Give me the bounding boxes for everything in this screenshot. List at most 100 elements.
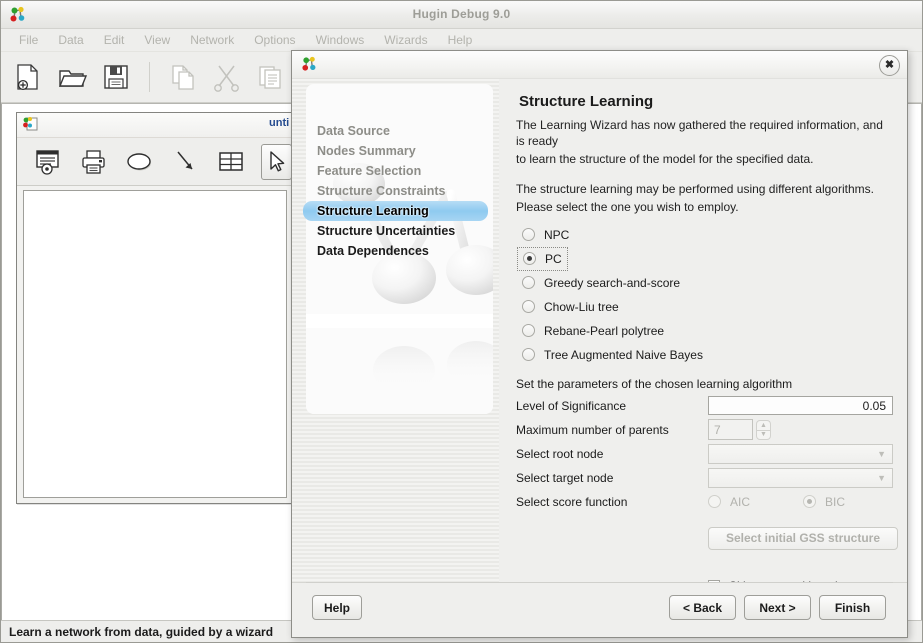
menu-windows[interactable]: Windows — [306, 31, 375, 49]
page-description-line2: to learn the structure of the model for … — [516, 152, 893, 168]
wizard-page-content: Structure Learning The Learning Wizard h… — [499, 79, 907, 582]
select-pointer-icon[interactable] — [261, 144, 292, 180]
radio-circle-icon — [522, 324, 535, 337]
dialog-titlebar: ✖ — [292, 51, 907, 79]
algorithm-option-pc[interactable]: PC — [517, 247, 568, 271]
chevron-down-icon: ▼ — [877, 450, 886, 459]
wizard-step-list: Data Source Nodes Summary Feature Select… — [292, 79, 499, 261]
nav-step-structure-learning[interactable]: Structure Learning — [303, 201, 488, 221]
score-option-label: AIC — [730, 495, 750, 509]
chevron-down-icon[interactable]: ▼ — [756, 430, 771, 440]
level-of-significance-input[interactable]: 0.05 — [708, 396, 893, 415]
param-row-maximum-parents: Maximum number of parents 7 ▲ ▼ — [516, 418, 893, 442]
score-function-radio-group: AIC BIC — [708, 490, 898, 514]
param-label: Select root node — [516, 447, 708, 461]
nav-step-data-dependences[interactable]: Data Dependences — [292, 241, 499, 261]
table-grid-icon[interactable] — [215, 144, 246, 180]
param-row-level-of-significance: Level of Significance 0.05 — [516, 394, 893, 418]
score-option-bic: BIC — [803, 490, 898, 514]
nav-step-nodes-summary[interactable]: Nodes Summary — [292, 141, 499, 161]
menu-wizards[interactable]: Wizards — [374, 31, 437, 49]
add-link-arrow-icon[interactable] — [170, 144, 201, 180]
radio-circle-icon — [522, 228, 535, 241]
algorithm-label: Greedy search-and-score — [544, 276, 680, 290]
maximum-parents-input[interactable]: 7 — [708, 419, 753, 440]
root-node-select[interactable]: ▼ — [708, 444, 893, 464]
algorithm-option-rebane-pearl-polytree[interactable]: Rebane-Pearl polytree — [516, 319, 893, 343]
menubar: File Data Edit View Network Options Wind… — [1, 29, 922, 52]
nav-step-structure-uncertainties[interactable]: Structure Uncertainties — [292, 221, 499, 241]
menu-file[interactable]: File — [9, 31, 48, 49]
algorithm-label: Rebane-Pearl polytree — [544, 324, 664, 338]
mdi-child-titlebar: unti — [17, 113, 292, 138]
network-canvas[interactable] — [23, 190, 287, 498]
mdi-toolbar — [17, 138, 292, 186]
dialog-body: Data Source Nodes Summary Feature Select… — [292, 79, 907, 582]
algorithm-radio-group: NPC PC Greedy search-and-score — [516, 223, 893, 367]
copy-icon — [168, 60, 198, 94]
page-description-line1: The Learning Wizard has now gathered the… — [516, 118, 893, 149]
param-label: Select score function — [516, 495, 708, 509]
next-button[interactable]: Next > — [744, 595, 811, 620]
new-document-icon[interactable] — [13, 60, 43, 94]
menu-edit[interactable]: Edit — [94, 31, 135, 49]
menu-data[interactable]: Data — [48, 31, 93, 49]
nav-step-structure-constraints[interactable]: Structure Constraints — [292, 181, 499, 201]
learning-wizard-dialog: ✖ — [291, 50, 908, 638]
algorithm-label: Tree Augmented Naive Bayes — [544, 348, 703, 362]
main-window-title: Hugin Debug 9.0 — [1, 7, 922, 21]
algorithm-label: NPC — [544, 228, 569, 242]
score-option-label: BIC — [825, 495, 845, 509]
menu-view[interactable]: View — [134, 31, 180, 49]
toolbar-separator — [149, 62, 150, 92]
param-row-score-function: Select score function AIC BIC — [516, 490, 893, 514]
show-tables-icon[interactable] — [33, 144, 64, 180]
radio-circle-icon — [522, 300, 535, 313]
skip-structural-learning-checkbox-row[interactable]: Skip structural learning — [708, 575, 893, 583]
radio-circle-icon — [523, 252, 536, 265]
cut-scissors-icon — [212, 60, 242, 94]
maximum-parents-stepper[interactable]: 7 ▲ ▼ — [708, 419, 771, 440]
close-icon[interactable]: ✖ — [879, 55, 900, 76]
parameters-section-title: Set the parameters of the chosen learnin… — [516, 377, 893, 391]
radio-circle-icon — [803, 495, 816, 508]
menu-help[interactable]: Help — [438, 31, 483, 49]
algorithm-label: PC — [545, 252, 562, 266]
nav-step-data-source[interactable]: Data Source — [292, 121, 499, 141]
parameters-grid: Level of Significance 0.05 Maximum numbe… — [516, 394, 893, 514]
network-document-icon — [23, 116, 39, 132]
algorithm-option-pc-wrapper: PC — [516, 247, 893, 271]
save-floppy-icon[interactable] — [101, 60, 131, 94]
algorithm-option-greedy-search-and-score[interactable]: Greedy search-and-score — [516, 271, 893, 295]
back-button[interactable]: < Back — [669, 595, 736, 620]
stepper-buttons: ▲ ▼ — [756, 420, 771, 440]
paste-clipboard-icon — [256, 60, 286, 94]
menu-options[interactable]: Options — [244, 31, 305, 49]
algorithm-option-npc[interactable]: NPC — [516, 223, 893, 247]
param-row-target-node: Select target node ▼ — [516, 466, 893, 490]
mdi-child-window: unti — [16, 112, 293, 504]
param-label: Select target node — [516, 471, 708, 485]
param-label: Level of Significance — [516, 399, 708, 413]
hugin-nodes-icon — [301, 56, 318, 73]
add-node-ellipse-icon[interactable] — [124, 144, 156, 180]
chevron-up-icon[interactable]: ▲ — [756, 420, 771, 430]
target-node-select[interactable]: ▼ — [708, 468, 893, 488]
help-button[interactable]: Help — [312, 595, 362, 620]
algorithm-option-chow-liu-tree[interactable]: Chow-Liu tree — [516, 295, 893, 319]
param-label: Maximum number of parents — [516, 423, 708, 437]
print-icon[interactable] — [78, 144, 109, 180]
finish-button[interactable]: Finish — [819, 595, 886, 620]
algorithm-option-tree-augmented-naive-bayes[interactable]: Tree Augmented Naive Bayes — [516, 343, 893, 367]
page-description-line3: The structure learning may be performed … — [516, 182, 893, 198]
radio-circle-icon — [708, 495, 721, 508]
radio-circle-icon — [522, 276, 535, 289]
param-row-root-node: Select root node ▼ — [516, 442, 893, 466]
mdi-child-title: unti — [269, 117, 289, 129]
nav-step-feature-selection[interactable]: Feature Selection — [292, 161, 499, 181]
score-option-aic: AIC — [708, 490, 803, 514]
menu-network[interactable]: Network — [180, 31, 244, 49]
open-folder-icon[interactable] — [57, 60, 87, 94]
application-root: Hugin Debug 9.0 File Data Edit View Netw… — [0, 0, 923, 643]
chevron-down-icon: ▼ — [877, 474, 886, 483]
